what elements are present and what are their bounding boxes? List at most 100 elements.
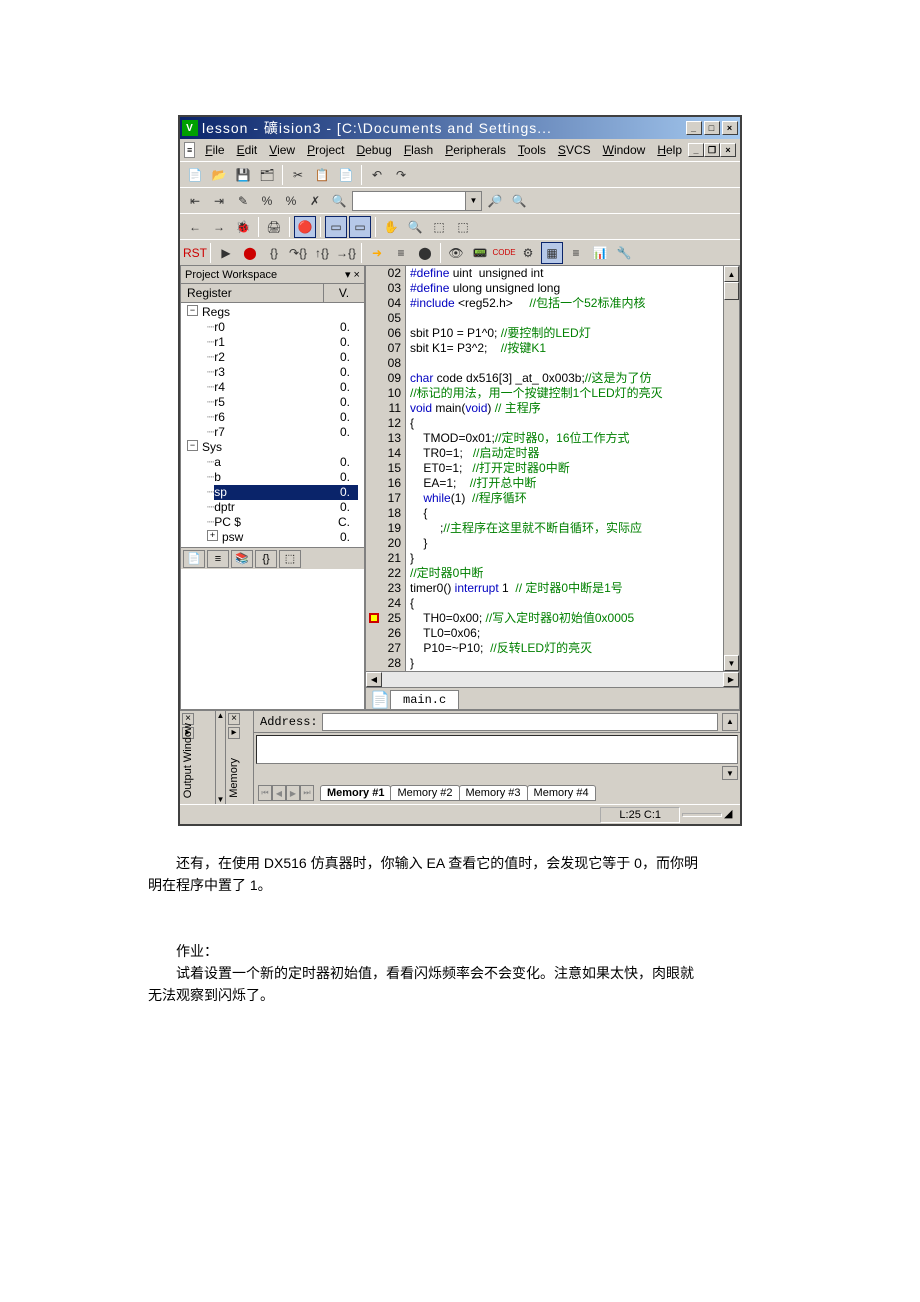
code-line[interactable]: //定时器0中断: [410, 566, 723, 581]
breakpoint-icon[interactable]: [368, 612, 380, 624]
code-line[interactable]: }: [410, 656, 723, 671]
menu-file[interactable]: File: [199, 141, 230, 159]
undo-button[interactable]: ↶: [366, 164, 388, 186]
find-combo[interactable]: ▼: [352, 191, 482, 211]
show-next-button[interactable]: ➜: [366, 242, 388, 264]
code-line[interactable]: EA=1; //打开总中断: [410, 476, 723, 491]
tree-row[interactable]: ┈r30.: [183, 365, 362, 380]
forward-button[interactable]: →: [208, 216, 230, 238]
code-line[interactable]: {: [410, 596, 723, 611]
mem-close-icon[interactable]: ×: [228, 713, 240, 725]
scroll-right-icon[interactable]: ▶: [723, 672, 739, 687]
redo-button[interactable]: ↷: [390, 164, 412, 186]
tree-row[interactable]: ┈r00.: [183, 320, 362, 335]
paste-button[interactable]: 📄: [335, 164, 357, 186]
tree-row[interactable]: ┈r60.: [183, 410, 362, 425]
code-line[interactable]: }: [410, 536, 723, 551]
reset-button[interactable]: RST: [184, 242, 206, 264]
save-button[interactable]: 💾: [232, 164, 254, 186]
code-line[interactable]: sbit P10 = P1^0; //要控制的LED灯: [410, 326, 723, 341]
expand-icon[interactable]: −: [187, 305, 198, 316]
code-line[interactable]: }: [410, 551, 723, 566]
tree-row[interactable]: +psw0.: [183, 530, 362, 545]
code-line[interactable]: #define ulong unsigned long: [410, 281, 723, 296]
serial-button[interactable]: 📟: [469, 242, 491, 264]
find-button[interactable]: 🔎: [484, 190, 506, 212]
tree-row[interactable]: ┈a0.: [183, 455, 362, 470]
ws-tab-files[interactable]: 📄: [183, 550, 205, 568]
menu-debug[interactable]: Debug: [350, 141, 397, 159]
watch-button[interactable]: 👁: [445, 242, 467, 264]
maximize-button[interactable]: □: [704, 121, 720, 135]
code-line[interactable]: #include <reg52.h> //包括一个52标准内核: [410, 296, 723, 311]
bookmark-prev-button[interactable]: %: [256, 190, 278, 212]
close-button[interactable]: ×: [722, 121, 738, 135]
menu-peripherals[interactable]: Peripherals: [439, 141, 512, 159]
memory-tab[interactable]: Memory #2: [390, 785, 459, 801]
mdi-restore-button[interactable]: ❐: [704, 143, 720, 157]
pan-button[interactable]: ⬚: [428, 216, 450, 238]
back-button[interactable]: ←: [184, 216, 206, 238]
code-line[interactable]: TMOD=0x01;//定时器0，16位工作方式: [410, 431, 723, 446]
analyze-button[interactable]: 📊: [589, 242, 611, 264]
menu-flash[interactable]: Flash: [398, 141, 439, 159]
code-line[interactable]: #define uint unsigned int: [410, 266, 723, 281]
find-in-files-button[interactable]: 🔍: [328, 190, 350, 212]
tree-row[interactable]: −Sys: [183, 440, 362, 455]
memory-view[interactable]: [256, 735, 738, 764]
address-input[interactable]: [322, 713, 718, 731]
tree-row[interactable]: ┈b0.: [183, 470, 362, 485]
debug-button[interactable]: 🐞: [232, 216, 254, 238]
ws-tab-books[interactable]: 📚: [231, 550, 253, 568]
step-button[interactable]: {}: [263, 242, 285, 264]
tree-row[interactable]: ┈r10.: [183, 335, 362, 350]
run-button[interactable]: ▶: [215, 242, 237, 264]
ws-tab-func[interactable]: {}: [255, 550, 277, 568]
ws-tab-temp[interactable]: ⬚: [279, 550, 301, 568]
menu-svcs[interactable]: SVCS: [552, 141, 597, 159]
tree-row[interactable]: ┈r50.: [183, 395, 362, 410]
run-to-cursor-button[interactable]: →{}: [335, 242, 357, 264]
tree-row[interactable]: ┈r70.: [183, 425, 362, 440]
resize-grip-icon[interactable]: ◢: [724, 807, 740, 823]
horizontal-scrollbar[interactable]: ◀ ▶: [366, 671, 739, 687]
menu-window[interactable]: Window: [597, 141, 652, 159]
memory-tab[interactable]: Memory #1: [320, 785, 391, 801]
save-all-button[interactable]: 🗂: [256, 164, 278, 186]
memory-tab[interactable]: Memory #3: [459, 785, 528, 801]
ws-tab-regs[interactable]: ≡: [207, 550, 229, 568]
mdi-minimize-button[interactable]: _: [688, 143, 704, 157]
workspace-menu-icon[interactable]: ▾ ×: [345, 268, 360, 281]
zoom-button[interactable]: 🔍: [404, 216, 426, 238]
bookmark-button[interactable]: ✎: [232, 190, 254, 212]
scroll-up-icon[interactable]: ▲: [722, 713, 738, 731]
breakpoint-button[interactable]: 🔴: [294, 216, 316, 238]
vertical-scrollbar[interactable]: ▲ ▼: [723, 266, 739, 671]
chevron-down-icon[interactable]: ▼: [465, 192, 481, 210]
copy-button[interactable]: 📋: [311, 164, 333, 186]
menu-tools[interactable]: Tools: [512, 141, 552, 159]
code-line[interactable]: [410, 311, 723, 326]
code-line[interactable]: while(1) //程序循环: [410, 491, 723, 506]
code-line[interactable]: P10=~P10; //反转LED灯的亮灭: [410, 641, 723, 656]
cut-button[interactable]: ✂: [287, 164, 309, 186]
code-line[interactable]: TH0=0x00; //写入定时器0初始值0x0005: [410, 611, 723, 626]
tree-row[interactable]: ┈r20.: [183, 350, 362, 365]
output-panel[interactable]: × ▸ Output Window: [180, 711, 216, 804]
memory-tab[interactable]: Memory #4: [527, 785, 596, 801]
list-button[interactable]: ≡: [565, 242, 587, 264]
expand-icon[interactable]: +: [207, 530, 218, 541]
mdi-close-button[interactable]: ×: [720, 143, 736, 157]
select-button[interactable]: ⬚: [452, 216, 474, 238]
code-line[interactable]: char code dx516[3] _at_ 0x003b;//这是为了仿: [410, 371, 723, 386]
memory-button[interactable]: ⚙: [517, 242, 539, 264]
scroll-down-icon[interactable]: ▼: [722, 766, 738, 780]
titlebar[interactable]: V lesson - 礦ision3 - [C:\Documents and S…: [180, 117, 740, 139]
tree-row[interactable]: ┈dptr0.: [183, 500, 362, 515]
tools-button[interactable]: 🔧: [613, 242, 635, 264]
disasm-button[interactable]: ≡: [390, 242, 412, 264]
window1-button[interactable]: ▭: [325, 216, 347, 238]
code-editor[interactable]: 0203040506070809101112131415161718192021…: [366, 266, 739, 671]
code-line[interactable]: [410, 356, 723, 371]
code-line[interactable]: TR0=1; //启动定时器: [410, 446, 723, 461]
